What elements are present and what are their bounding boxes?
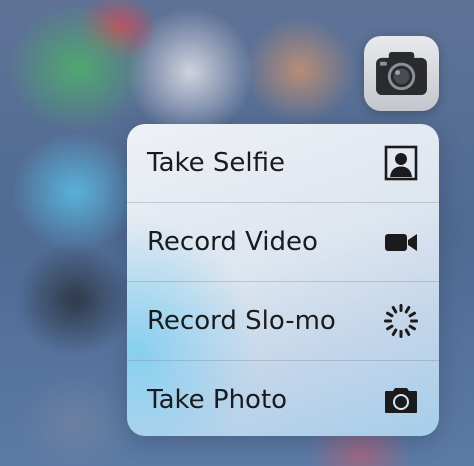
quick-actions-menu: Take Selfie Record Video Record Slo-mo T…	[127, 124, 439, 436]
camera-icon	[383, 382, 419, 418]
record-video-action[interactable]: Record Video	[127, 203, 439, 281]
take-selfie-label: Take Selfie	[147, 148, 285, 178]
record-slo-mo-action[interactable]: Record Slo-mo	[127, 282, 439, 360]
video-camera-icon	[383, 224, 419, 260]
record-slo-mo-label: Record Slo-mo	[147, 306, 336, 336]
selfie-portrait-icon	[383, 145, 419, 181]
slo-mo-icon	[383, 303, 419, 339]
camera-app-icon[interactable]	[364, 36, 439, 111]
take-photo-action[interactable]: Take Photo	[127, 361, 439, 436]
record-video-label: Record Video	[147, 227, 318, 257]
camera-icon	[376, 51, 427, 96]
take-selfie-action[interactable]: Take Selfie	[127, 124, 439, 202]
take-photo-label: Take Photo	[147, 385, 288, 415]
